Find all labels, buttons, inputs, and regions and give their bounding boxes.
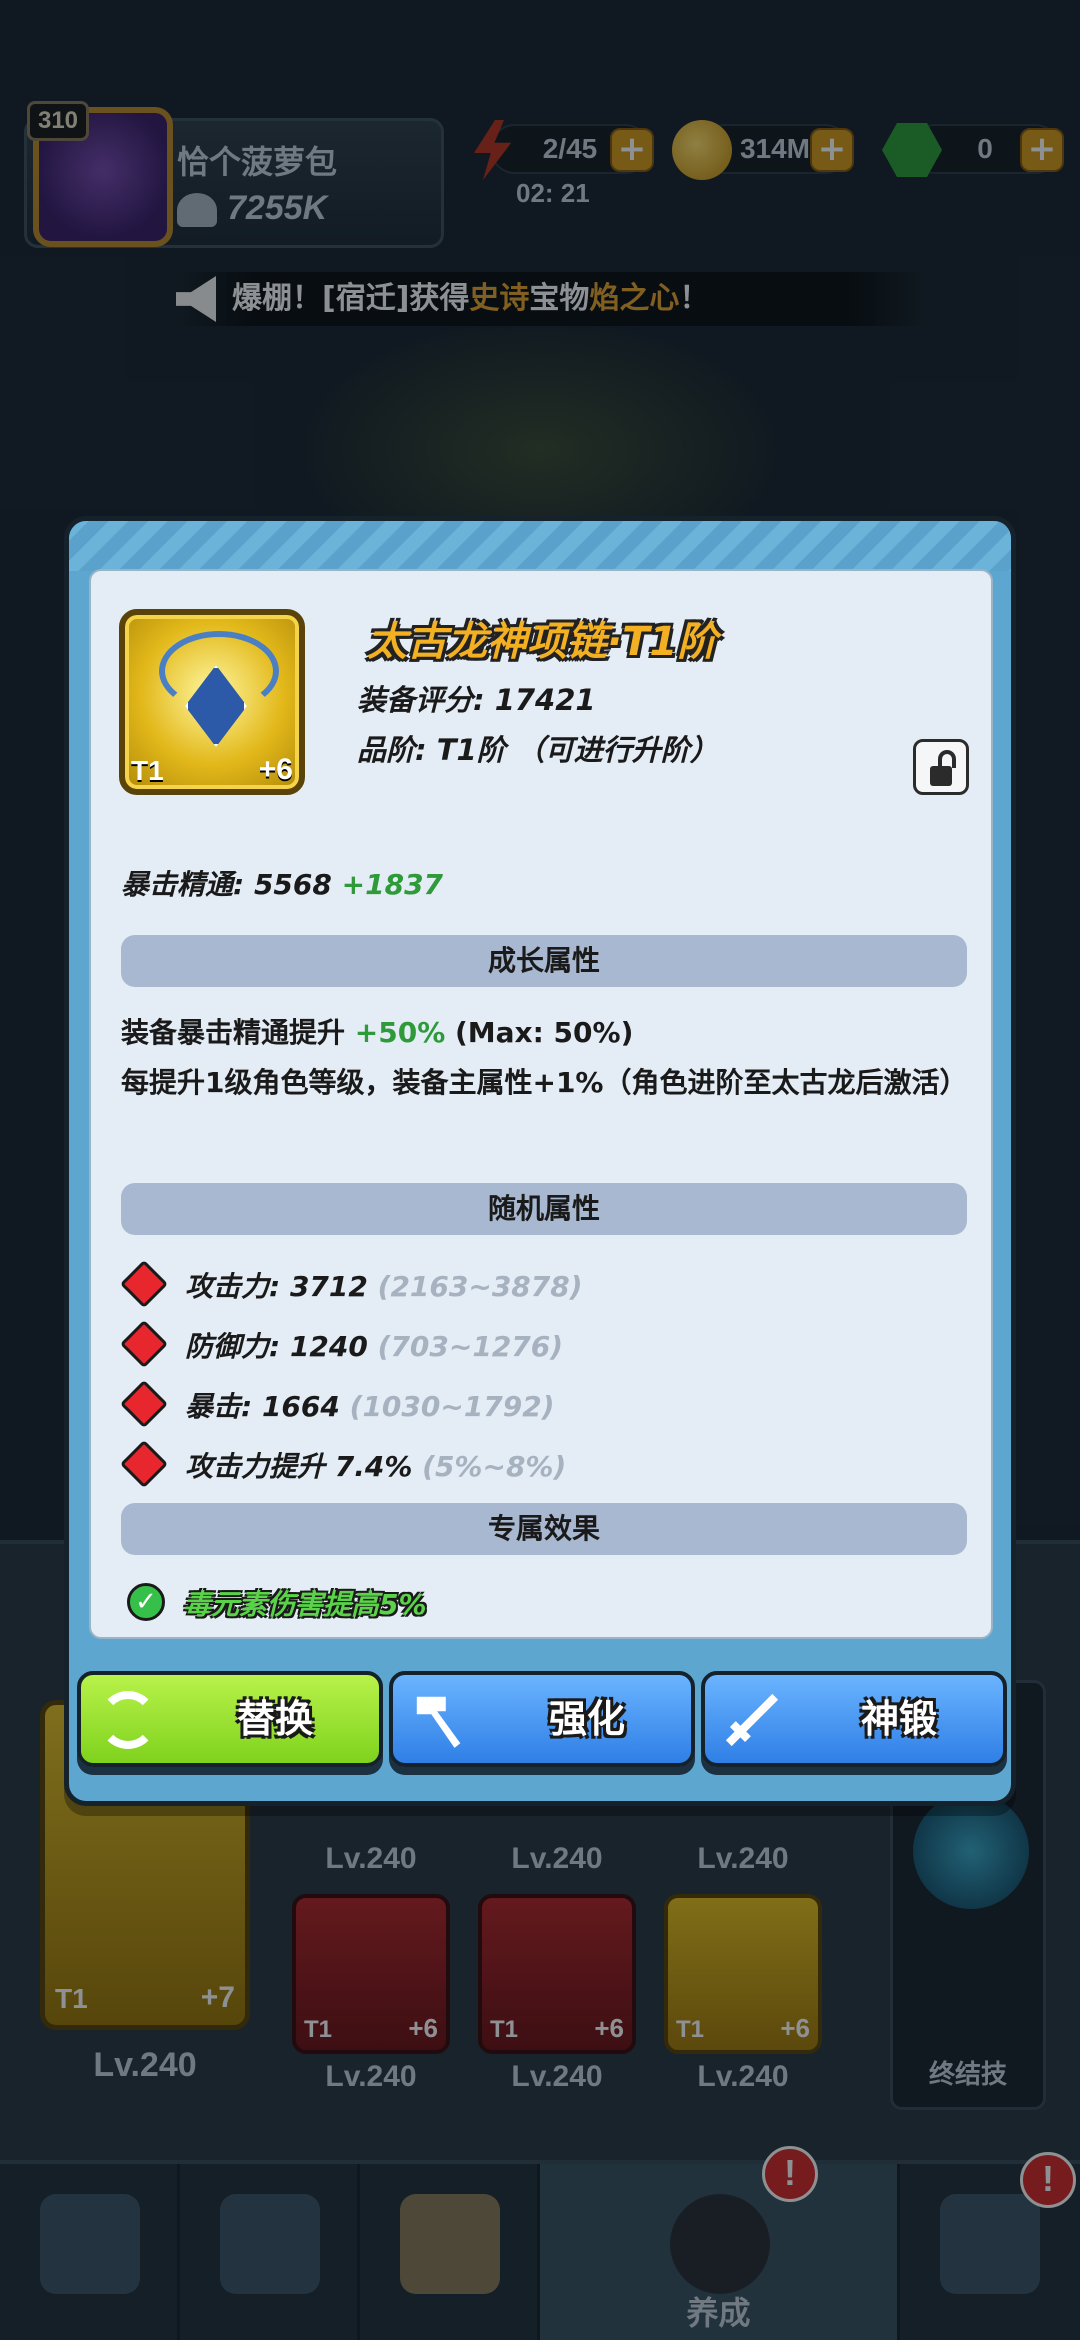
random-stat-label: 攻击力提升 7.4%: [185, 1450, 413, 1483]
growth-line-1-value: +50%: [354, 1016, 446, 1049]
red-diamond-icon: [119, 1439, 169, 1489]
hammer-icon: [416, 1696, 461, 1748]
sword-icon: [725, 1693, 779, 1747]
growth-line-2: 每提升1级角色等级，装备主属性+1%（角色进阶至太古龙后激活）: [121, 1066, 968, 1099]
random-stat-label: 防御力: 1240: [185, 1330, 368, 1363]
lock-toggle-button[interactable]: [913, 739, 969, 795]
divine-forge-button[interactable]: 神锻: [701, 1671, 1007, 1767]
replace-button[interactable]: 替换: [77, 1671, 383, 1767]
random-stat-range: (1030~1792): [349, 1390, 555, 1423]
crit-mastery-label: 暴击精通: 5568: [121, 868, 332, 901]
random-stat-label: 攻击力: 3712: [185, 1270, 368, 1303]
lock-icon: [930, 766, 952, 786]
enhance-button[interactable]: 强化: [389, 1671, 695, 1767]
growth-line-1: 装备暴击精通提升 +50% (Max: 50%): [121, 1011, 633, 1051]
random-stat-label: 暴击: 1664: [185, 1390, 340, 1423]
exclusive-effect-text: 毒元素伤害提高5%: [183, 1588, 427, 1621]
exclusive-section-title: 专属效果: [121, 1503, 967, 1555]
red-diamond-icon: [119, 1379, 169, 1429]
modal-header-stripes: [69, 521, 1011, 571]
red-diamond-icon: [119, 1319, 169, 1369]
item-detail-content: T1 +6 太古龙神项链·T1阶 装备评分: 17421 品阶: T1阶 （可进…: [89, 569, 993, 1639]
growth-line-1-suffix: (Max: 50%): [455, 1016, 634, 1049]
item-grade: 品阶: T1阶 （可进行升阶）: [357, 733, 719, 767]
random-stat-range: (5%~8%): [422, 1450, 567, 1483]
check-icon: ✓: [127, 1583, 165, 1621]
crit-mastery-bonus: +1837: [341, 868, 444, 901]
necklace-icon: T1 +6: [119, 609, 305, 795]
growth-line-1-prefix: 装备暴击精通提升: [121, 1016, 346, 1049]
random-stat-range: (703~1276): [377, 1330, 564, 1363]
item-score: 装备评分: 17421: [357, 683, 596, 717]
enhance-button-label: 强化: [548, 1697, 625, 1741]
random-section-title: 随机属性: [121, 1183, 967, 1235]
replace-button-label: 替换: [236, 1697, 313, 1741]
icon-tier: T1: [131, 755, 164, 786]
item-name: 太古龙神项链·T1阶: [367, 619, 718, 665]
growth-section-title: 成长属性: [121, 935, 967, 987]
item-detail-modal: T1 +6 太古龙神项链·T1阶 装备评分: 17421 品阶: T1阶 （可进…: [64, 516, 1016, 1806]
random-stat-range: (2163~3878): [377, 1270, 583, 1303]
red-diamond-icon: [119, 1259, 169, 1309]
divine-forge-button-label: 神锻: [860, 1697, 937, 1741]
icon-plus: +6: [258, 753, 293, 786]
swap-icon: [99, 1691, 157, 1749]
crit-mastery-stat: 暴击精通: 5568 +1837: [121, 863, 443, 903]
